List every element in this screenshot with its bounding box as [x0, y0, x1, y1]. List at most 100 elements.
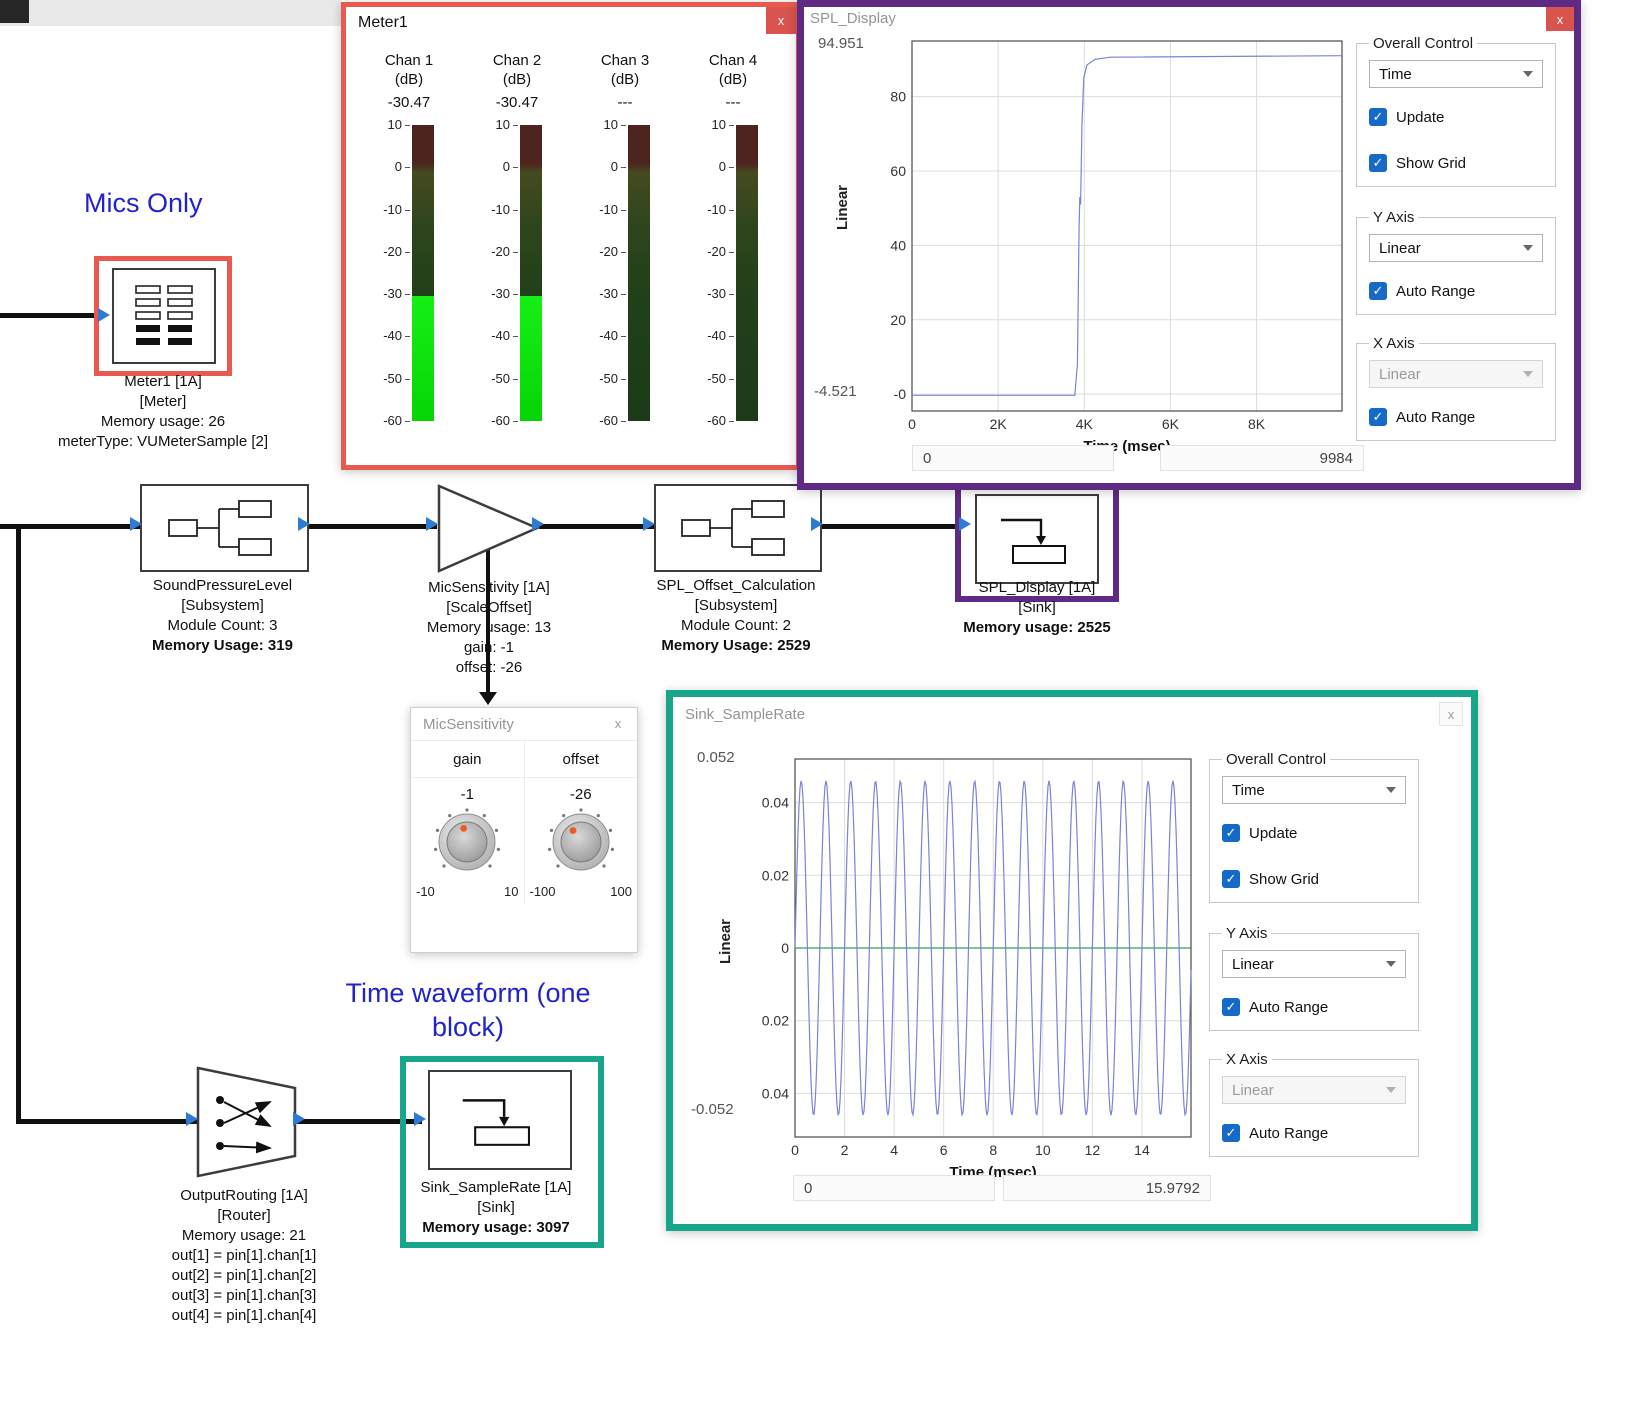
meter-tick — [513, 167, 518, 168]
svg-text:4K: 4K — [1076, 416, 1094, 432]
y-auto-range-row[interactable]: Auto Range — [1222, 998, 1406, 1016]
outputrouting-input-pin[interactable] — [186, 1112, 198, 1126]
meter-level-fill — [412, 296, 434, 421]
wire-micsensitivity-to-offset[interactable] — [539, 524, 654, 529]
micsensitivity-block[interactable] — [437, 484, 541, 574]
sink-samplerate-window: Sink_SampleRate x 0.052 -0.052 Linear 02… — [666, 690, 1478, 1231]
sink-samplerate-window-close-button[interactable]: x — [1439, 702, 1463, 726]
micsensitivity-window-titlebar[interactable]: MicSensitivity — [411, 708, 637, 740]
svg-text:0: 0 — [781, 940, 789, 956]
gain-header: gain — [411, 741, 524, 778]
y-axis-group: Y Axis Linear Auto Range — [1209, 925, 1419, 1031]
domain-select[interactable]: Time — [1222, 776, 1406, 804]
show-grid-row[interactable]: Show Grid — [1369, 154, 1543, 172]
spl-chart-plot[interactable]: 02K4K6K8K80604020-0Time (msec) — [866, 35, 1354, 464]
spl-display-window-close-button[interactable]: x — [1546, 7, 1574, 31]
sink-samplerate-input-pin[interactable] — [414, 1112, 426, 1126]
sine-chart-plot[interactable]: 024681012140.040.0200.020.04Time (msec) — [747, 751, 1203, 1190]
meter-scale-label: 0 — [356, 159, 402, 175]
y-auto-range-checkbox[interactable] — [1369, 282, 1387, 300]
meter-scale-label: -30 — [572, 286, 618, 302]
soundpressurelevel-block[interactable] — [140, 484, 309, 572]
update-checkbox[interactable] — [1369, 108, 1387, 126]
outputrouting-output-pin[interactable] — [293, 1112, 305, 1126]
gain-knob[interactable] — [430, 805, 504, 879]
offset-header: offset — [525, 741, 638, 778]
spl-offset-input-pin[interactable] — [643, 517, 655, 531]
y-scale-select[interactable]: Linear — [1222, 950, 1406, 978]
x-auto-range-row[interactable]: Auto Range — [1369, 408, 1543, 426]
soundpressurelevel-input-pin[interactable] — [130, 517, 142, 531]
meter-scale-label: -50 — [464, 371, 510, 387]
channel-unit: (dB) — [572, 70, 678, 89]
outputrouting-block[interactable] — [196, 1066, 298, 1178]
scope-control-panel: Overall Control Time Update Show Grid Y … — [1356, 35, 1556, 441]
meter1-window-titlebar[interactable]: Meter1 — [346, 7, 796, 39]
caption-line: Memory Usage: 319 — [120, 636, 325, 656]
show-grid-row[interactable]: Show Grid — [1222, 870, 1406, 888]
spl-offset-calculation-block[interactable] — [654, 484, 822, 572]
knob-indicator-dot — [461, 825, 468, 832]
offset-value: -26 — [525, 778, 638, 805]
wire-to-meter[interactable] — [0, 313, 104, 318]
update-row[interactable]: Update — [1369, 108, 1543, 126]
update-label: Update — [1396, 109, 1444, 126]
sink-samplerate-window-titlebar[interactable]: Sink_SampleRate — [673, 697, 1471, 731]
show-grid-checkbox[interactable] — [1369, 154, 1387, 172]
micsensitivity-input-pin[interactable] — [426, 517, 438, 531]
meter-tick — [513, 294, 518, 295]
vu-meter: 100-10-20-30-40-50-60 — [572, 125, 678, 421]
update-checkbox[interactable] — [1222, 824, 1240, 842]
x-auto-range-row[interactable]: Auto Range — [1222, 1124, 1406, 1142]
micsensitivity-output-pin[interactable] — [532, 517, 544, 531]
sink-samplerate-block[interactable] — [428, 1070, 572, 1170]
wire-offset-to-spldisplay[interactable] — [818, 524, 961, 529]
x-scale-select[interactable]: Linear — [1369, 360, 1543, 388]
wire-spl-to-micsensitivity[interactable] — [305, 524, 437, 529]
svg-text:6: 6 — [940, 1142, 948, 1158]
caption-line: [Sink] — [948, 598, 1126, 618]
x-scale-select[interactable]: Linear — [1222, 1076, 1406, 1104]
chevron-down-icon — [1523, 245, 1533, 251]
x-auto-range-checkbox[interactable] — [1369, 408, 1387, 426]
x-auto-range-checkbox[interactable] — [1222, 1124, 1240, 1142]
y-min-readout: -0.052 — [691, 1101, 734, 1118]
spl-display-window-titlebar[interactable]: SPL_Display — [804, 7, 1574, 29]
offset-knob[interactable] — [544, 805, 618, 879]
wire-to-outputrouting[interactable] — [16, 1119, 198, 1124]
overall-control-label: Overall Control — [1369, 35, 1477, 52]
update-row[interactable]: Update — [1222, 824, 1406, 842]
caption-line: SPL_Display [1A] — [948, 578, 1126, 598]
chevron-down-icon — [1523, 371, 1533, 377]
spl-display-block[interactable] — [975, 494, 1099, 584]
meter1-window-title: Meter1 — [358, 14, 408, 32]
svg-text:8K: 8K — [1248, 416, 1266, 432]
overall-control-label: Overall Control — [1222, 751, 1330, 768]
wire-branch-vertical[interactable] — [16, 524, 21, 1124]
subsystem-icon — [165, 497, 285, 559]
svg-text:20: 20 — [890, 312, 906, 328]
meter-scale-label: 10 — [680, 117, 726, 133]
meter-tick — [405, 421, 410, 422]
domain-select[interactable]: Time — [1369, 60, 1543, 88]
spl-offset-output-pin[interactable] — [811, 517, 823, 531]
wire-to-soundpressurelevel[interactable] — [0, 524, 142, 529]
meter-scale-label: -40 — [356, 328, 402, 344]
meter1-window-close-button[interactable]: x — [766, 7, 796, 34]
y-scale-select[interactable]: Linear — [1369, 234, 1543, 262]
meter1-input-pin[interactable] — [98, 308, 110, 322]
show-grid-checkbox[interactable] — [1222, 870, 1240, 888]
micsensitivity-window-close-button[interactable]: x — [607, 712, 629, 734]
meter-tick — [621, 252, 626, 253]
domain-select-value: Time — [1379, 66, 1412, 83]
caption-line: SoundPressureLevel — [120, 576, 325, 596]
soundpressurelevel-output-pin[interactable] — [298, 517, 310, 531]
meter1-block[interactable] — [112, 268, 216, 364]
y-auto-range-checkbox[interactable] — [1222, 998, 1240, 1016]
y-auto-range-row[interactable]: Auto Range — [1369, 282, 1543, 300]
svg-text:0: 0 — [908, 416, 916, 432]
meter1-caption: Meter1 [1A][Meter]Memory usage: 26meterT… — [50, 372, 276, 452]
svg-text:0: 0 — [791, 1142, 799, 1158]
svg-text:0.02: 0.02 — [762, 867, 789, 883]
spl-display-input-pin[interactable] — [959, 517, 971, 531]
